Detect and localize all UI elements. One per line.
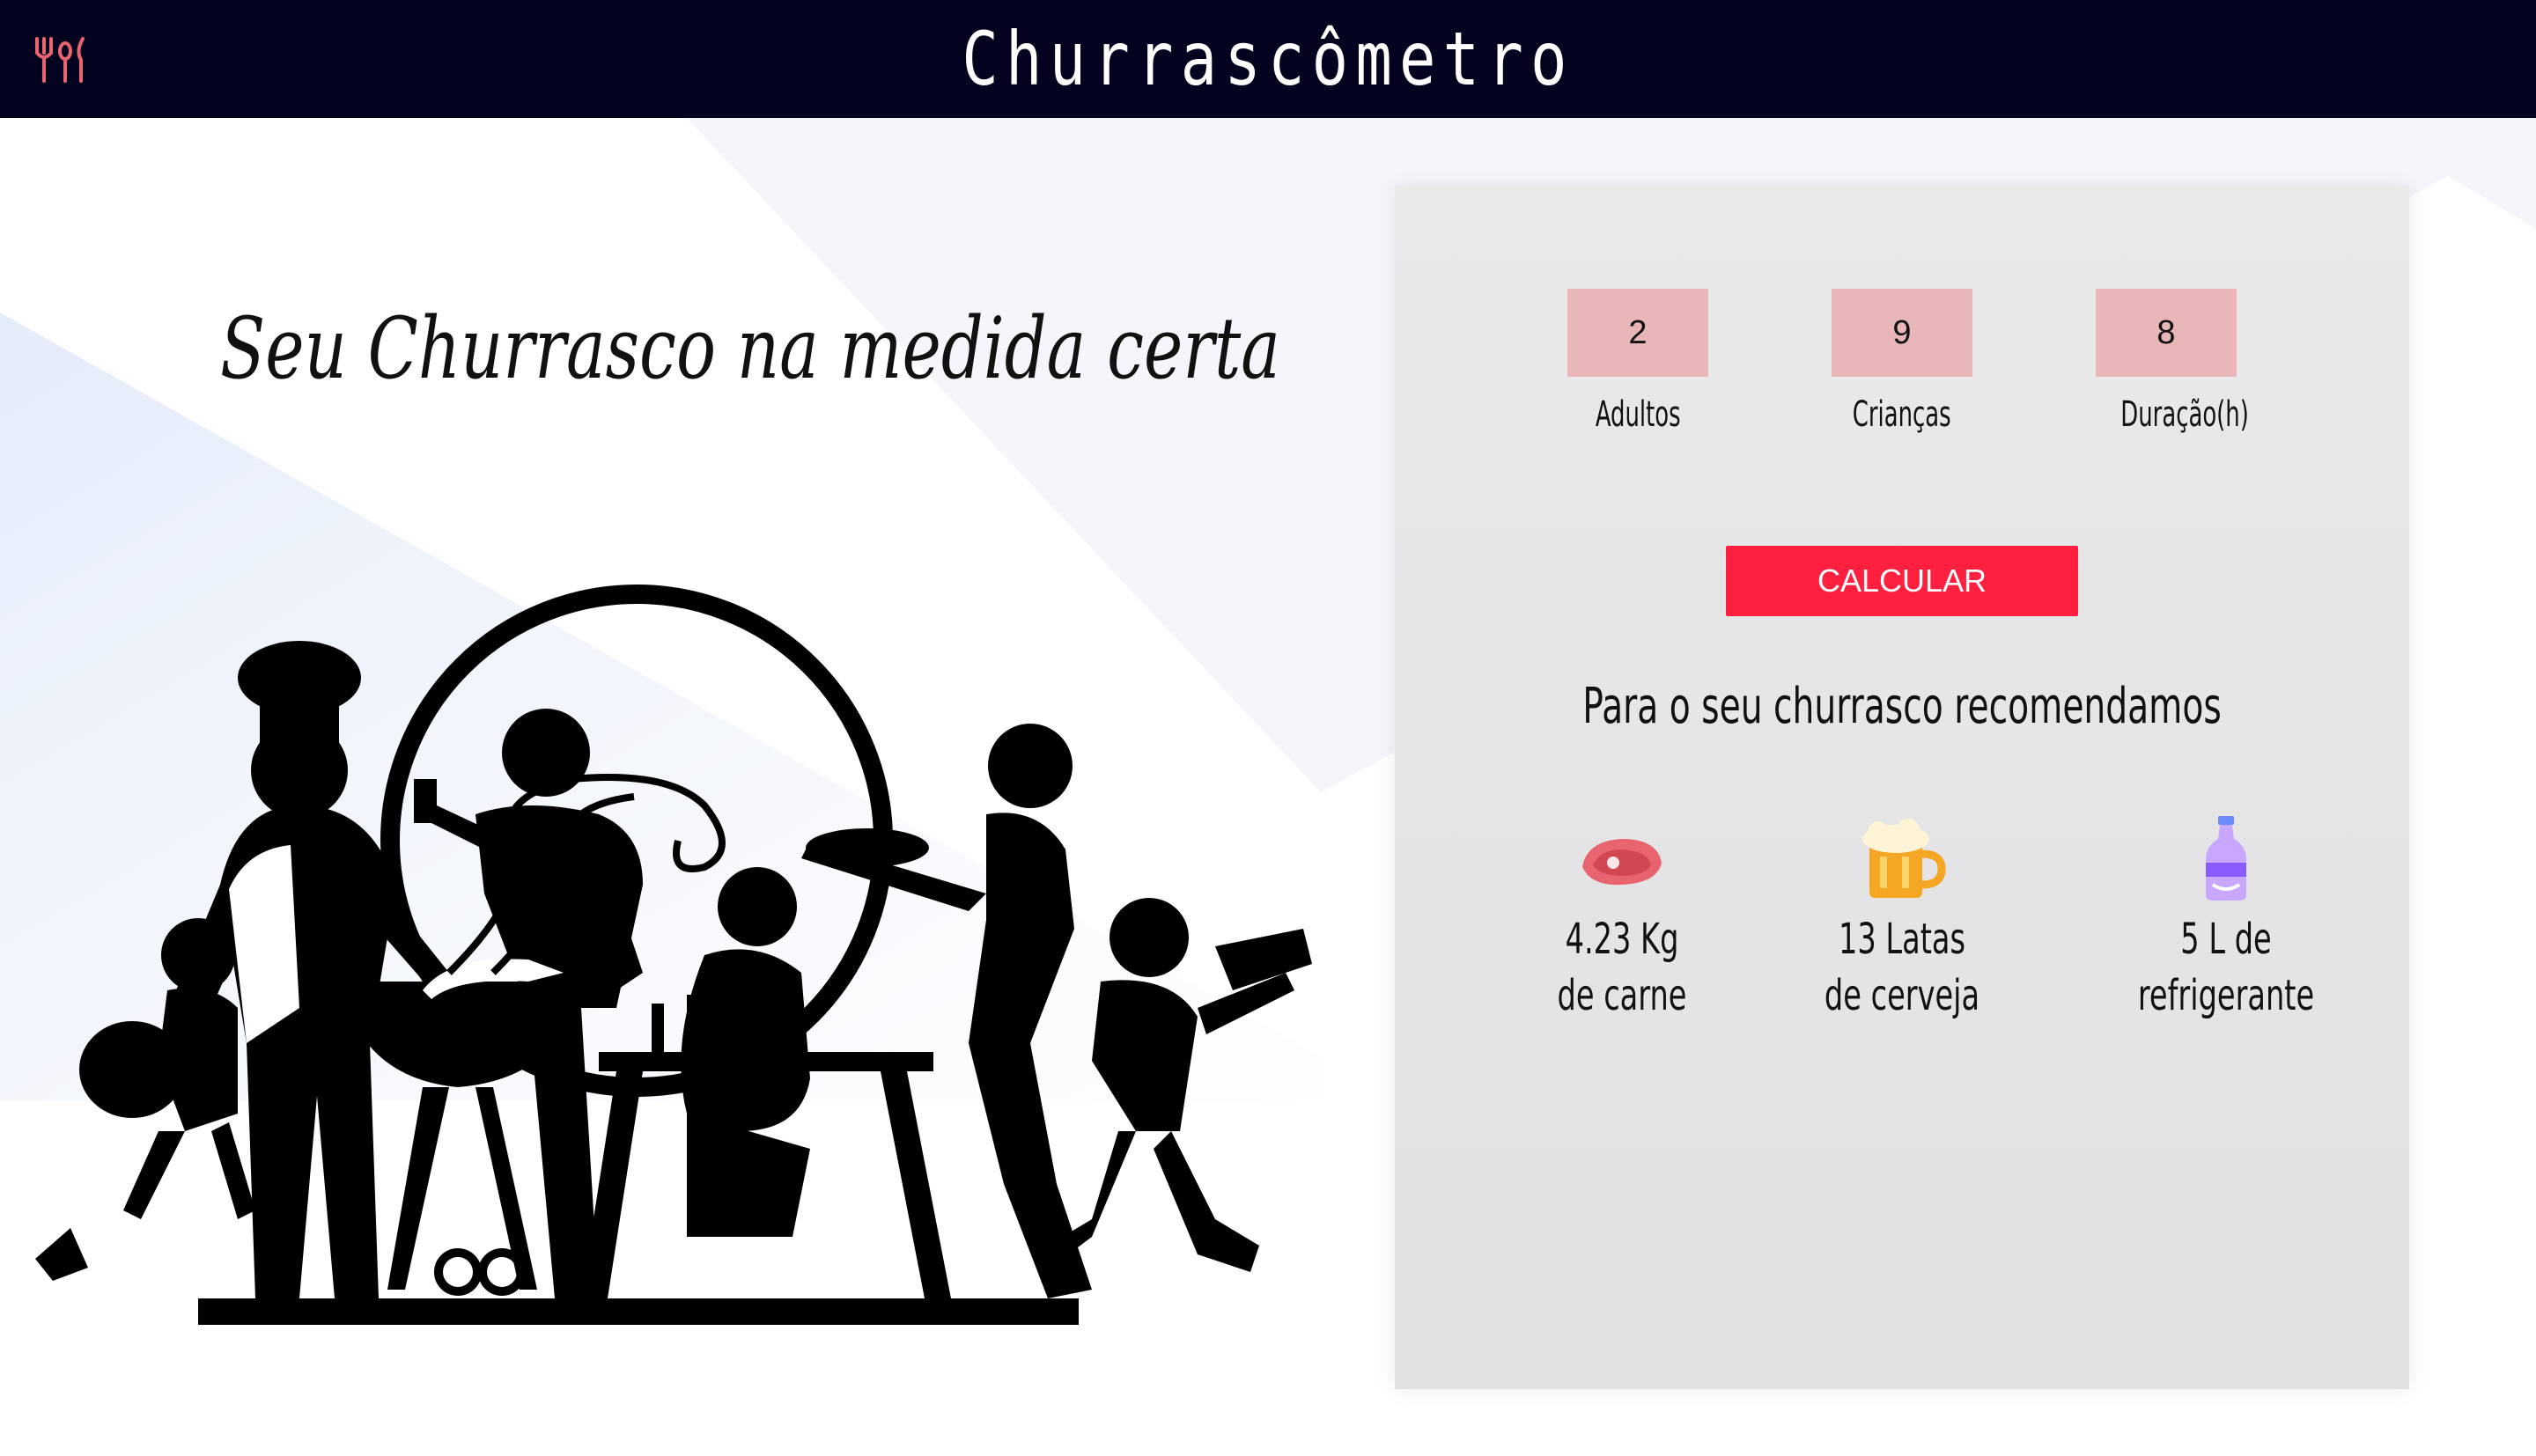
beer-unit: de cerveja: [1824, 971, 1980, 1020]
utensils-icon[interactable]: [32, 33, 92, 85]
duration-label: Duração(h): [2120, 394, 2249, 435]
meat-result: 4.23 Kg de carne: [1490, 814, 1754, 1024]
children-label: Crianças: [1853, 394, 1951, 435]
adults-input-group: 2 Adultos: [1567, 289, 1708, 435]
soda-result: 5 L de refrigerante: [2094, 814, 2358, 1024]
calculate-button[interactable]: CALCULAR: [1726, 546, 2078, 616]
soda-unit: refrigerante: [2137, 971, 2315, 1020]
meat-unit: de carne: [1557, 971, 1687, 1020]
hero-tagline: Seu Churrasco na medida certa: [220, 299, 1280, 398]
app-title: Churrascômetro: [962, 16, 1574, 102]
soda-amount: 5 L de: [2180, 915, 2272, 964]
meat-icon: [1582, 839, 1662, 886]
page: Churrascômetro Seu Churrasco na medida c…: [0, 0, 2536, 1456]
duration-input[interactable]: 8: [2096, 289, 2237, 377]
children-input[interactable]: 9: [1832, 289, 1972, 377]
inputs-row: 2 Adultos 9 Crianças 8 Duração(h): [1395, 289, 2409, 465]
adults-input[interactable]: 2: [1567, 289, 1708, 377]
bbq-family-illustration: [35, 585, 1312, 1325]
beer-result: 13 Latas de cerveja: [1770, 814, 2034, 1024]
beer-amount: 13 Latas: [1838, 915, 1966, 964]
soda-bottle-icon: [2206, 816, 2246, 901]
beer-mug-icon: [1862, 819, 1946, 898]
children-input-group: 9 Crianças: [1832, 289, 1972, 435]
adults-label: Adultos: [1595, 394, 1681, 435]
recommendation-title: Para o seu churrasco recomendamos: [1582, 678, 2222, 735]
calculator-panel: 2 Adultos 9 Crianças 8 Duração(h) CALCUL…: [1395, 185, 2409, 1389]
duration-input-group: 8 Duração(h): [2096, 289, 2249, 435]
top-header: Churrascômetro: [0, 0, 2536, 118]
meat-amount: 4.23 Kg: [1565, 915, 1679, 964]
